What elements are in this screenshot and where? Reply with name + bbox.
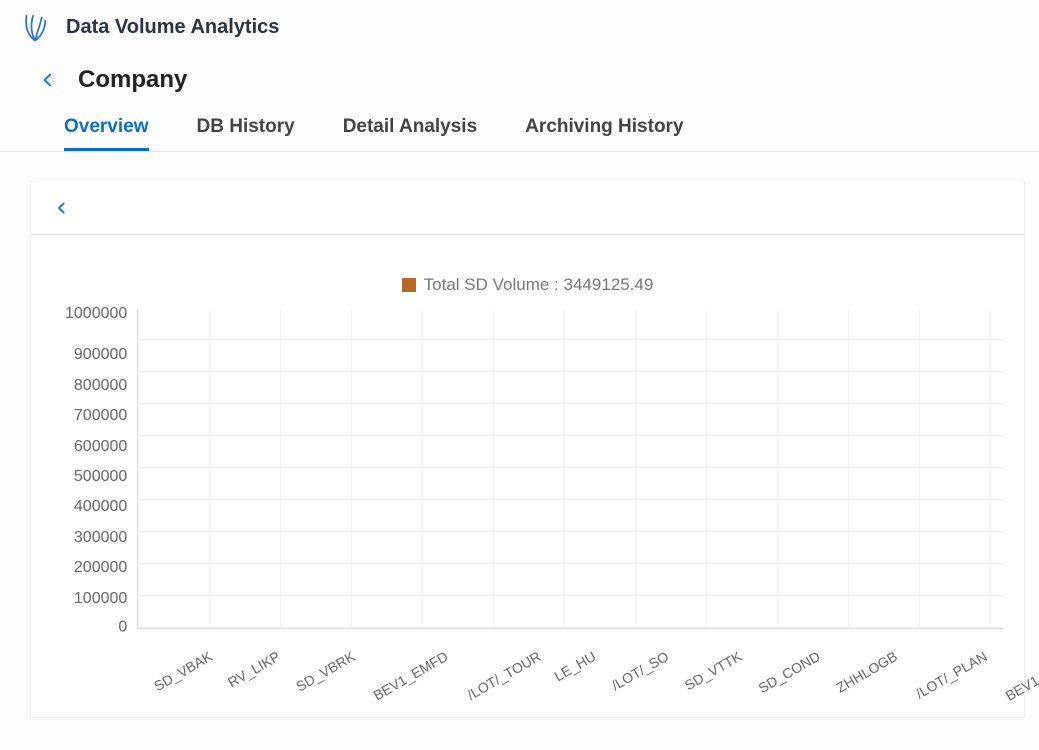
divider (31, 234, 1024, 235)
y-tick: 100000 (74, 591, 127, 607)
tab-archiving-history[interactable]: Archiving History (525, 106, 683, 151)
legend-label: Total SD Volume : 3449125.49 (424, 275, 654, 295)
grid-area (137, 309, 1004, 629)
chevron-left-icon (55, 200, 69, 216)
y-tick: 200000 (74, 560, 127, 576)
chart-card: Total SD Volume : 3449125.49 10000009000… (30, 178, 1025, 718)
y-tick: 700000 (74, 408, 127, 424)
page-title: Company (78, 66, 187, 94)
y-tick: 500000 (74, 469, 127, 485)
app-header: Data Volume Analytics (0, 0, 1039, 50)
y-axis: 1000000 900000 800000 700000 600000 500000 400… (65, 309, 137, 629)
y-tick: 800000 (74, 378, 127, 394)
tabs: Overview DB History Detail Analysis Arch… (0, 106, 1039, 152)
x-tick: /LOT/_TOUR (464, 643, 576, 745)
page-title-row: Company (0, 50, 1039, 106)
y-tick: 600000 (74, 439, 127, 455)
legend-swatch (402, 278, 416, 292)
plot-area: 1000000 900000 800000 700000 600000 500000 400… (41, 309, 1014, 629)
logo-icon (18, 10, 52, 44)
tab-detail-analysis[interactable]: Detail Analysis (343, 106, 477, 151)
bars (138, 309, 1004, 628)
chart: Total SD Volume : 3449125.49 10000009000… (31, 245, 1024, 717)
y-tick: 300000 (74, 530, 127, 546)
tab-overview[interactable]: Overview (64, 106, 149, 151)
card-back-button[interactable] (31, 193, 1024, 234)
back-button[interactable] (30, 67, 66, 93)
chart-legend: Total SD Volume : 3449125.49 (41, 275, 1014, 295)
tab-db-history[interactable]: DB History (197, 106, 295, 151)
x-axis: SD_VBAKRV_LIKPSD_VBRKBEV1_EMFD/LOT/_TOUR… (41, 637, 1014, 707)
y-tick: 1000000 (65, 306, 127, 322)
y-tick: 0 (118, 619, 127, 635)
chevron-left-icon (40, 71, 56, 89)
x-tick: BEV1_EMBD (1003, 643, 1039, 745)
app-title: Data Volume Analytics (66, 16, 279, 39)
y-tick: 900000 (74, 347, 127, 363)
y-tick: 400000 (74, 499, 127, 515)
